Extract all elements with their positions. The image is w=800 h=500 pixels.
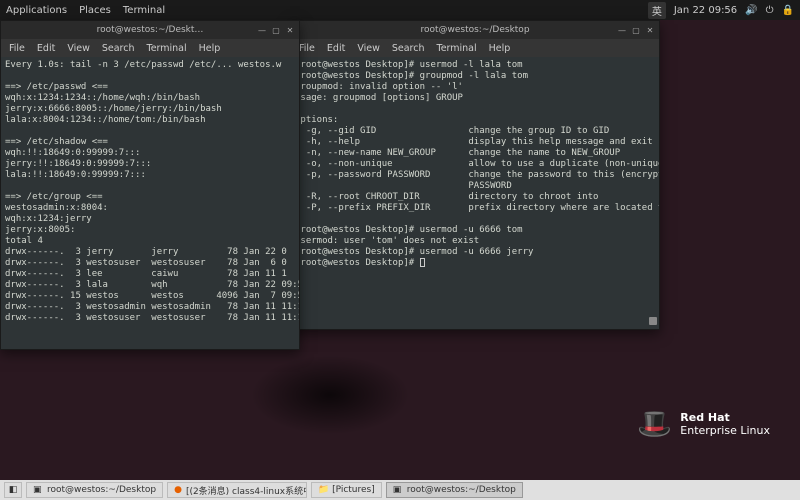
lock-icon[interactable]: 🔒 <box>782 5 794 16</box>
menu-view[interactable]: View <box>357 43 380 54</box>
minimize-button[interactable]: — <box>257 25 267 35</box>
terminal-output[interactable]: [root@westos Desktop]# usermod -l lala t… <box>291 57 659 329</box>
window-title: root@westos:~/Deskt… <box>97 25 204 35</box>
menu-view[interactable]: View <box>67 43 90 54</box>
minimize-button[interactable]: — <box>617 25 627 35</box>
close-button[interactable]: ✕ <box>645 25 655 35</box>
menu-terminal[interactable]: Terminal <box>437 43 477 54</box>
close-button[interactable]: ✕ <box>285 25 295 35</box>
titlebar[interactable]: root@westos:~/Desktop — ▢ ✕ <box>291 21 659 39</box>
maximize-button[interactable]: ▢ <box>631 25 641 35</box>
terminal-window-left[interactable]: root@westos:~/Deskt… — ▢ ✕ File Edit Vie… <box>0 20 300 350</box>
menu-edit[interactable]: Edit <box>327 43 345 54</box>
terminal-icon: ▣ <box>33 485 43 495</box>
terminal-output[interactable]: Every 1.0s: tail -n 3 /etc/passwd /etc/.… <box>1 57 299 349</box>
show-desktop-icon: ◧ <box>9 485 18 495</box>
clock[interactable]: Jan 22 09:56 <box>674 5 737 16</box>
taskbar-label: [Pictures] <box>332 485 375 495</box>
top-panel: Applications Places Terminal 英 Jan 22 09… <box>0 0 800 20</box>
taskbar-label: root@westos:~/Desktop <box>47 485 156 495</box>
terminal-window-right[interactable]: root@westos:~/Desktop — ▢ ✕ File Edit Vi… <box>290 20 660 330</box>
window-title: root@westos:~/Desktop <box>420 25 529 35</box>
menu-help[interactable]: Help <box>489 43 511 54</box>
menu-file[interactable]: File <box>9 43 25 54</box>
menu-applications[interactable]: Applications <box>6 5 67 16</box>
taskbar-item-terminal-2[interactable]: ▣ root@westos:~/Desktop <box>386 482 523 498</box>
menu-terminal[interactable]: Terminal <box>147 43 187 54</box>
taskbar-item-terminal-1[interactable]: ▣ root@westos:~/Desktop <box>26 482 163 498</box>
text-cursor <box>420 258 425 267</box>
redhat-logo: 🎩 Red Hat Enterprise Linux <box>637 407 770 440</box>
titlebar[interactable]: root@westos:~/Deskt… — ▢ ✕ <box>1 21 299 39</box>
power-icon[interactable]: ⏻ <box>766 5 774 16</box>
taskbar-label: root@westos:~/Desktop <box>407 485 516 495</box>
taskbar-item-pictures[interactable]: 📁 [Pictures] <box>311 482 382 498</box>
input-method-indicator[interactable]: 英 <box>648 2 666 19</box>
menu-help[interactable]: Help <box>199 43 221 54</box>
redhat-hat-icon: 🎩 <box>637 407 672 440</box>
taskbar-label: [(2条消息) class4-linux系统中的... <box>186 484 307 497</box>
menu-file[interactable]: File <box>299 43 315 54</box>
menubar: File Edit View Search Terminal Help <box>1 39 299 57</box>
folder-icon: 📁 <box>318 485 328 495</box>
firefox-icon: ● <box>174 485 182 495</box>
brand-name: Red Hat <box>680 411 770 424</box>
menu-search[interactable]: Search <box>102 43 135 54</box>
brand-product: Enterprise Linux <box>680 424 770 437</box>
volume-icon[interactable]: 🔊 <box>745 5 757 16</box>
menu-edit[interactable]: Edit <box>37 43 55 54</box>
menubar: File Edit View Search Terminal Help <box>291 39 659 57</box>
menu-places[interactable]: Places <box>79 5 111 16</box>
taskbar-item-firefox[interactable]: ● [(2条消息) class4-linux系统中的... <box>167 482 307 498</box>
scrollbar-thumb[interactable] <box>649 317 657 325</box>
terminal-icon: ▣ <box>393 485 403 495</box>
bottom-panel: ◧ ▣ root@westos:~/Desktop ● [(2条消息) clas… <box>0 480 800 500</box>
menu-terminal[interactable]: Terminal <box>123 5 165 16</box>
desktop-decoration <box>250 355 410 435</box>
maximize-button[interactable]: ▢ <box>271 25 281 35</box>
menu-search[interactable]: Search <box>392 43 425 54</box>
show-desktop-button[interactable]: ◧ <box>4 482 22 498</box>
